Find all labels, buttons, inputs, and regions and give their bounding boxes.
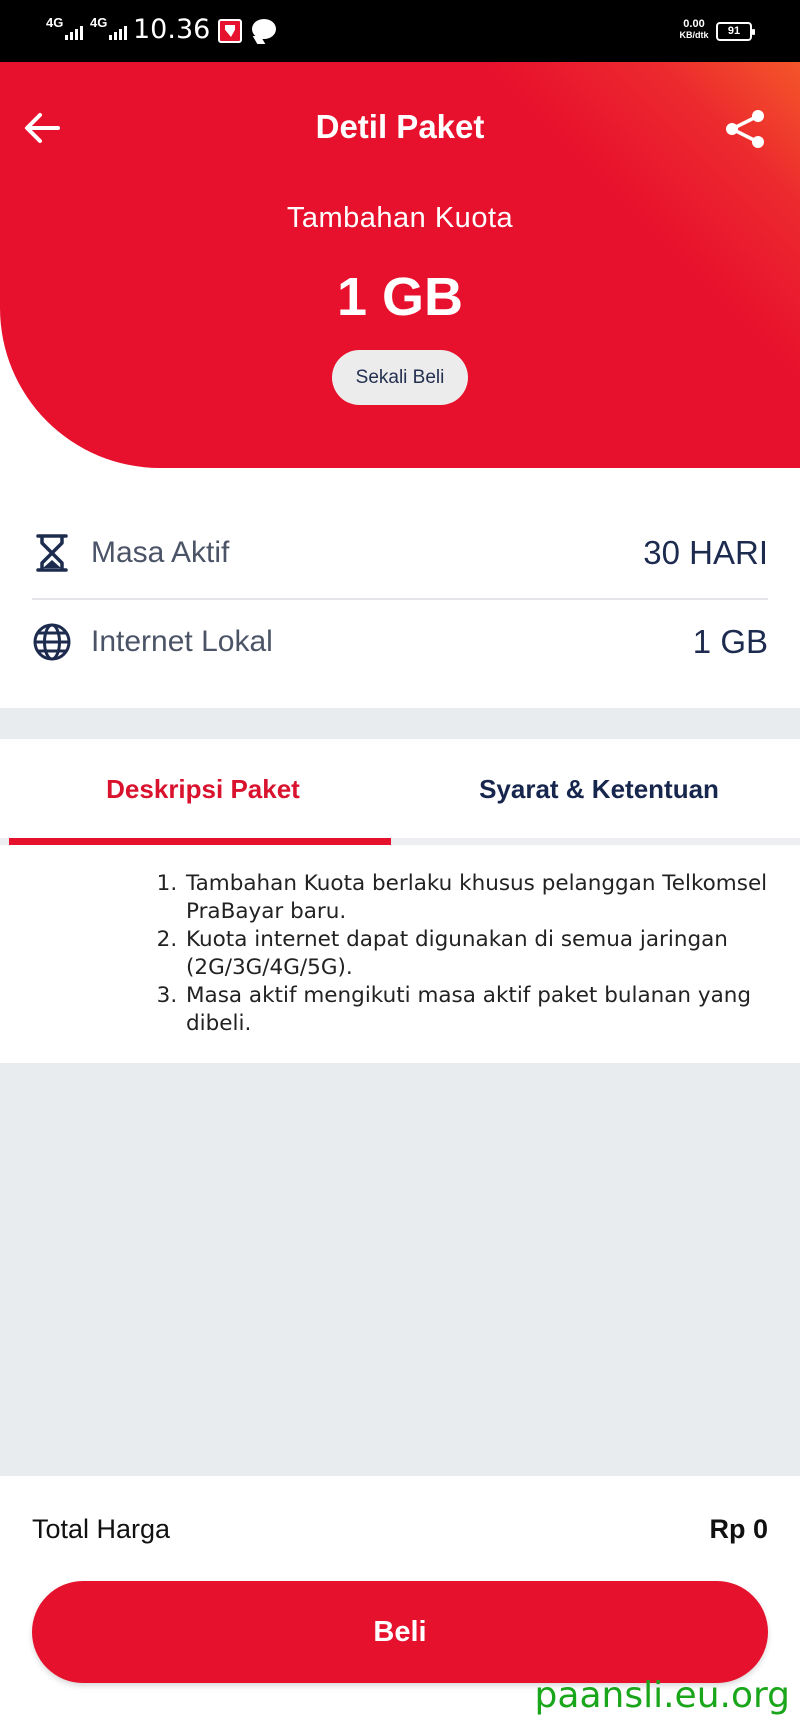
network-speed-unit: KB/dtk xyxy=(679,30,709,40)
empty-area xyxy=(0,1063,800,1476)
total-price-value: Rp 0 xyxy=(709,1514,768,1544)
telkomsel-notification-icon xyxy=(218,19,242,43)
network-type-2: 4G xyxy=(90,15,108,30)
tab-description[interactable]: Deskripsi Paket xyxy=(8,739,398,845)
globe-icon xyxy=(33,623,71,661)
buy-button[interactable]: Beli xyxy=(32,1581,768,1683)
watermark: paansli.eu.org xyxy=(534,1675,790,1715)
hourglass-icon xyxy=(36,534,68,572)
clock: 10.36 xyxy=(133,14,211,45)
purchase-type-badge: Sekali Beli xyxy=(332,350,468,405)
description-panel: Tambahan Kuota berlaku khusus pelanggan … xyxy=(0,845,800,1063)
signal-indicator-1: 4G xyxy=(46,15,84,40)
total-price-label: Total Harga xyxy=(32,1514,171,1544)
active-tab-indicator xyxy=(9,838,391,845)
share-icon[interactable] xyxy=(724,108,766,150)
description-list: Tambahan Kuota berlaku khusus pelanggan … xyxy=(158,870,784,1038)
package-quota: 1 GB xyxy=(336,267,464,327)
network-speed-value: 0.00 xyxy=(683,18,705,30)
tab-bar: Deskripsi Paket Syarat & Ketentuan xyxy=(0,739,800,845)
detail-value: 30 HARI xyxy=(643,534,768,571)
network-type-1: 4G xyxy=(46,15,64,30)
package-header: Detil Paket Tambahan Kuota 1 GB Sekali B… xyxy=(0,62,800,468)
battery-icon: 91 xyxy=(716,22,755,41)
detail-label: Internet Lokal xyxy=(91,625,273,658)
list-item: Kuota internet dapat digunakan di semua … xyxy=(184,926,784,982)
section-separator xyxy=(0,708,800,739)
signal-bars-icon xyxy=(109,26,128,40)
chat-notification-icon xyxy=(252,19,276,39)
list-item: Masa aktif mengikuti masa aktif paket bu… xyxy=(184,982,784,1038)
signal-bars-icon xyxy=(65,26,84,40)
detail-row-local-internet: Internet Lokal 1 GB xyxy=(32,612,768,672)
status-bar: 4G 4G 10.36 0.00 KB/dtk 91 xyxy=(0,0,800,62)
tab-terms[interactable]: Syarat & Ketentuan xyxy=(404,739,794,845)
signal-indicator-2: 4G xyxy=(90,15,128,40)
network-speed: 0.00 KB/dtk xyxy=(674,19,714,41)
detail-value: 1 GB xyxy=(692,623,768,660)
page-title: Detil Paket xyxy=(315,108,485,145)
package-name: Tambahan Kuota xyxy=(286,202,514,234)
list-item: Tambahan Kuota berlaku khusus pelanggan … xyxy=(184,870,784,926)
detail-row-active-period: Masa Aktif 30 HARI xyxy=(32,523,768,583)
divider xyxy=(32,598,768,600)
detail-label: Masa Aktif xyxy=(91,536,230,569)
